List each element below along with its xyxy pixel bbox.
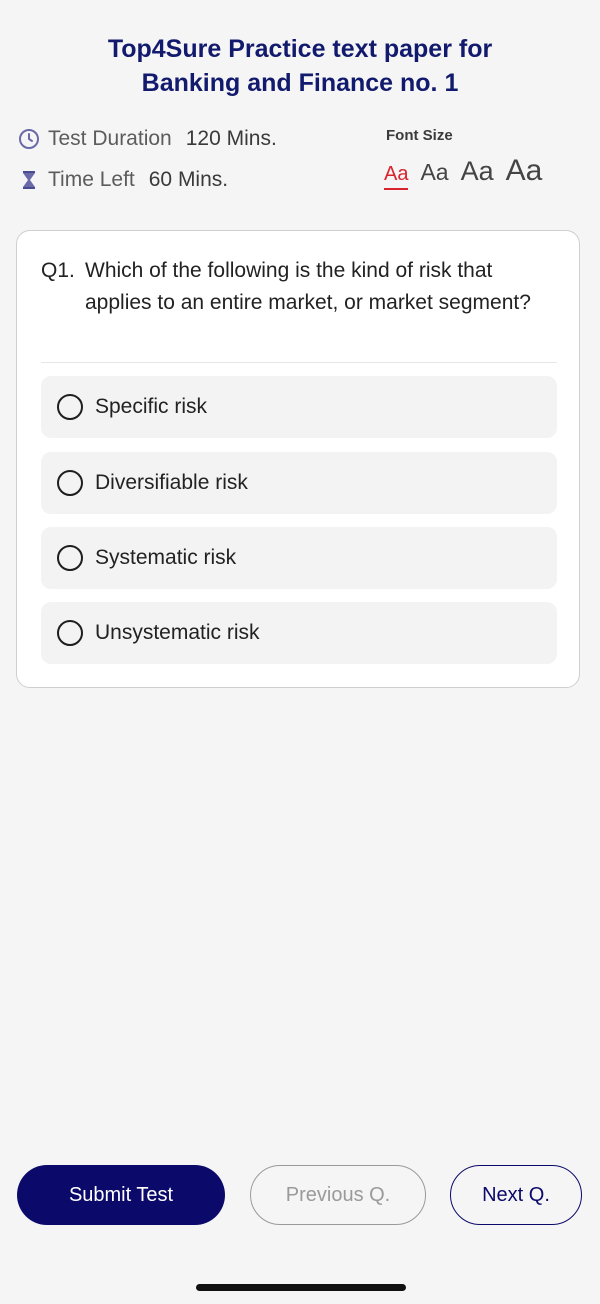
option-label: Specific risk	[95, 395, 208, 418]
next-question-button[interactable]: Next Q.	[450, 1165, 582, 1225]
test-duration-label: Test Duration	[48, 127, 172, 150]
title-line-1: Top4Sure Practice text paper for	[107, 35, 493, 63]
font-size-xlarge-button[interactable]: Aa	[506, 154, 543, 188]
font-size-medium-button[interactable]: Aa	[420, 159, 448, 186]
title-line-2: Banking and Finance no. 1	[141, 69, 459, 97]
answer-option-systematic-risk[interactable]: Systematic risk	[41, 527, 557, 589]
option-label: Systematic risk	[95, 546, 237, 569]
answer-option-specific-risk[interactable]: Specific risk	[41, 376, 557, 438]
home-indicator[interactable]	[196, 1284, 406, 1291]
answer-option-diversifiable-risk[interactable]: Diversifiable risk	[41, 452, 557, 514]
time-left-row: Time Left 60 Mins.	[18, 168, 228, 192]
question: Q1. Which of the following is the kind o…	[41, 255, 561, 319]
radio-button[interactable]	[57, 394, 83, 420]
question-text: Which of the following is the kind of ri…	[85, 259, 531, 314]
hourglass-icon	[18, 169, 40, 191]
font-size-options: Aa Aa Aa Aa	[384, 154, 542, 190]
answer-option-unsystematic-risk[interactable]: Unsystematic risk	[41, 602, 557, 664]
option-label: Diversifiable risk	[95, 471, 248, 494]
test-duration-row: Test Duration 120 Mins.	[18, 127, 277, 151]
time-left-value: 60 Mins.	[148, 168, 229, 191]
font-size-small-button[interactable]: Aa	[384, 163, 409, 190]
font-size-label: Font Size	[386, 127, 453, 144]
divider	[41, 362, 557, 363]
test-duration-value: 120 Mins.	[185, 127, 277, 150]
question-number: Q1.	[41, 259, 75, 282]
radio-button[interactable]	[57, 620, 83, 646]
question-card: Q1. Which of the following is the kind o…	[16, 230, 580, 688]
radio-button[interactable]	[57, 470, 83, 496]
font-size-large-button[interactable]: Aa	[461, 156, 494, 187]
submit-test-button[interactable]: Submit Test	[17, 1165, 225, 1225]
option-label: Unsystematic risk	[95, 621, 260, 644]
previous-question-button[interactable]: Previous Q.	[250, 1165, 426, 1225]
page-title: Top4Sure Practice text paper for Banking…	[40, 32, 560, 100]
time-left-label: Time Left	[48, 168, 135, 191]
clock-icon	[18, 128, 40, 150]
radio-button[interactable]	[57, 545, 83, 571]
